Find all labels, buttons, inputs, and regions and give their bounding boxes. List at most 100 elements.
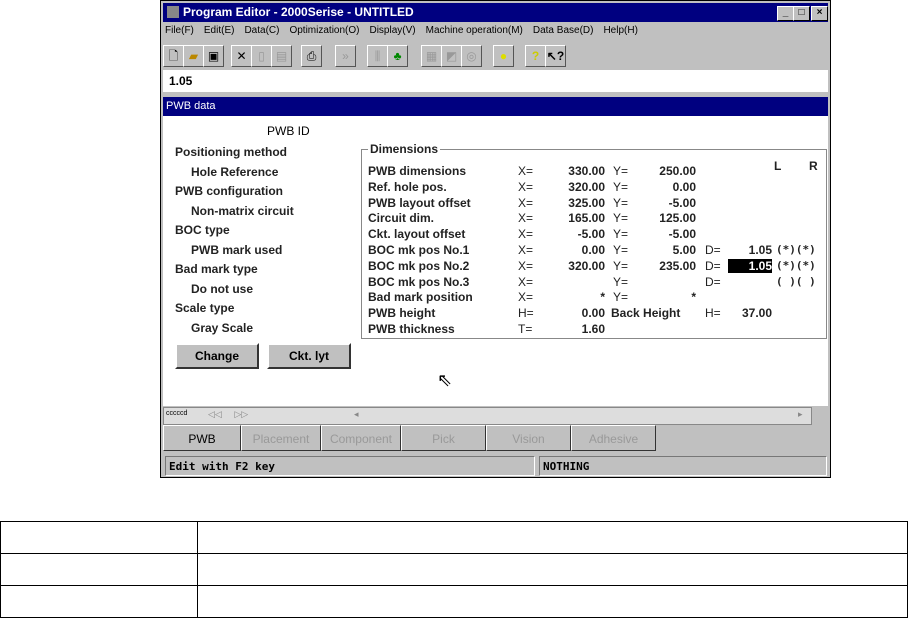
machine-icon[interactable]: ⫼ [367,45,388,67]
new-icon[interactable]: 🗋 [163,45,184,67]
cut-icon[interactable]: ✕ [231,45,252,67]
x-key: T= [518,322,533,336]
value-input[interactable]: 1.05 [163,70,828,92]
scroll-right-arrow[interactable]: ▸ [798,409,803,420]
dim-label: PWB thickness [368,322,455,336]
status-mode: NOTHING [539,456,827,476]
dim-label: BOC mk pos No.1 [368,243,470,257]
dim-label: PWB height [368,306,436,321]
dim-label: PWB dimensions [368,164,467,178]
x-value[interactable]: 320.00 [538,259,605,273]
menu-bar: File(F) Edit(E) Data(C) Optimization(O) … [165,25,638,36]
lr-selectors[interactable]: (*)(*) [776,259,816,272]
tool-c-icon[interactable]: ◎ [461,45,482,67]
table-cell [0,553,198,586]
save-icon[interactable]: ▣ [203,45,224,67]
menu-data[interactable]: Data(C) [244,25,279,36]
y-key: Y= [613,290,629,305]
maximize-button[interactable]: □ [793,6,810,21]
setting-value: Do not use [191,282,253,296]
lr-selectors[interactable]: (*)(*) [776,243,816,256]
tab-vision[interactable]: Vision [486,425,571,451]
menu-display[interactable]: Display(V) [369,25,415,36]
y-key: Y= [613,227,629,242]
setting-label: Scale type [175,301,235,315]
dim-label: BOC mk pos No.2 [368,258,470,273]
menu-machine-operation[interactable]: Machine operation(M) [426,25,523,36]
x-value[interactable]: 0.00 [538,243,605,257]
minimize-button[interactable]: _ [777,6,794,21]
print-icon[interactable]: ⎙ [301,45,322,67]
menu-help[interactable]: Help(H) [603,25,637,36]
y-value[interactable]: -5.00 [628,196,696,210]
context-help-icon[interactable]: ↖? [545,45,566,67]
y-value[interactable]: 235.00 [628,259,696,273]
dim-label: Ckt. layout offset [368,227,466,242]
title-bar: Program Editor - 2000Serise - UNTITLED _… [163,3,828,22]
y-key: Y= [613,179,629,194]
transfer-icon[interactable]: » [335,45,356,67]
tab-placement[interactable]: Placement [241,425,321,451]
lr-selectors[interactable]: ( )( ) [776,275,816,288]
y-value[interactable]: 125.00 [628,211,696,225]
tab-component[interactable]: Component [321,425,401,451]
y-key: Y= [613,243,629,257]
menu-optimization[interactable]: Optimization(O) [289,25,359,36]
window-title: Program Editor - 2000Serise - UNTITLED [183,5,414,19]
help-icon[interactable]: ? [525,45,546,67]
left-column-label: L [774,159,782,173]
tab-pwb[interactable]: PWB [163,425,241,451]
x-value[interactable]: 325.00 [538,196,605,210]
close-button[interactable]: × [811,6,828,21]
change-button[interactable]: Change [175,343,259,369]
x-key: X= [518,179,534,194]
sheet-label: cccccd [166,410,188,417]
setting-label: Positioning method [175,145,287,159]
horizontal-scrollbar[interactable]: cccccd ◁◁ ▷▷ ◂ ▸ [163,407,812,425]
table-cell [0,521,198,554]
back-height-value[interactable]: 37.00 [718,306,772,320]
blank-table [0,521,908,618]
tool-b-icon[interactable]: ◩ [441,45,462,67]
x-value[interactable]: -5.00 [538,227,605,241]
tab-adhesive[interactable]: Adhesive [571,425,656,451]
tool-a-icon[interactable]: ▦ [421,45,442,67]
x-value[interactable]: 165.00 [538,211,605,225]
d-value[interactable]: 1.05 [728,243,772,257]
y-value[interactable]: 5.00 [628,243,696,257]
menu-edit[interactable]: Edit(E) [204,25,235,36]
x-value[interactable]: 0.00 [538,306,605,320]
d-value[interactable]: 1.05 [728,258,772,273]
ckt-lyt-button[interactable]: Ckt. lyt [267,343,351,369]
y-key: Y= [613,211,629,226]
paste-icon[interactable]: ▤ [271,45,292,67]
lightbulb-icon[interactable]: ● [493,45,514,67]
menu-file[interactable]: File(F) [165,25,194,36]
open-icon[interactable]: ▰ [183,45,204,67]
color-icon[interactable]: ♣ [387,45,408,67]
dim-label: PWB layout offset [368,195,471,210]
setting-value: Hole Reference [191,165,279,179]
d-key: D= [705,258,721,273]
x-value[interactable]: 1.60 [538,322,605,336]
dimensions-group: Dimensions L R PWB dimensions X= 330.00 Y= 2… [361,142,827,339]
table-cell [197,585,908,618]
scroll-left-arrow[interactable]: ◂ [354,409,359,420]
y-value[interactable]: 0.00 [628,180,696,194]
y-value[interactable]: 250.00 [628,164,696,178]
x-value[interactable]: 330.00 [538,164,605,178]
y-value[interactable]: * [628,290,696,304]
menu-data-base[interactable]: Data Base(D) [533,25,594,36]
copy-icon[interactable]: ▯ [251,45,272,67]
setting-label: Bad mark type [175,262,258,276]
x-key: X= [518,164,534,178]
x-key: X= [518,290,534,305]
dimensions-title: Dimensions [368,142,441,156]
tab-pick[interactable]: Pick [401,425,486,451]
x-value[interactable]: 320.00 [538,180,605,194]
sheet-nav-arrows[interactable]: ◁◁ ▷▷ [208,409,248,420]
y-key: Y= [613,274,629,289]
app-icon [167,6,179,18]
y-value[interactable]: -5.00 [628,227,696,241]
x-value[interactable]: * [538,290,605,304]
